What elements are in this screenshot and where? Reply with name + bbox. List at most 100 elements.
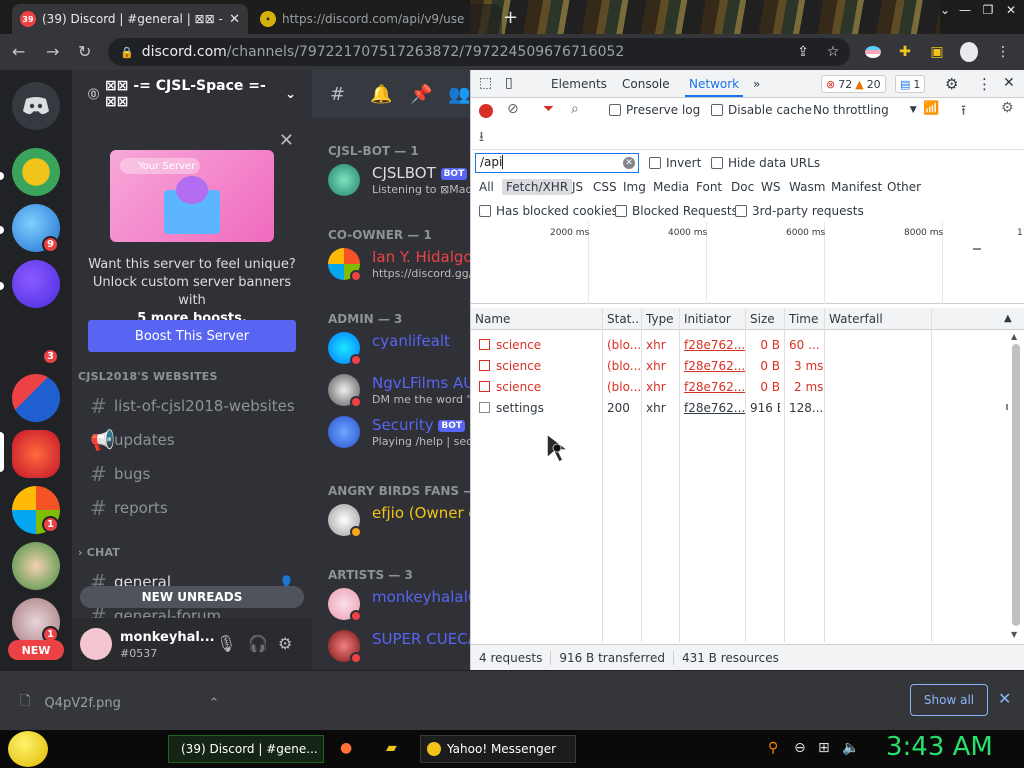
network-icon[interactable]: ⊞: [818, 740, 830, 756]
type-filter-img[interactable]: Img: [623, 180, 646, 194]
folder-icon[interactable]: ▰: [386, 740, 397, 756]
type-filter-fetch-xhr[interactable]: Fetch/XHR: [502, 179, 573, 195]
member-super-cueca[interactable]: SUPER CUECÃ: [328, 626, 472, 668]
table-scrollbar[interactable]: ▲ ▼: [1009, 332, 1023, 642]
gear-icon[interactable]: ⚙: [945, 75, 958, 93]
blocked-requests-checkbox[interactable]: Blocked Requests: [615, 204, 738, 218]
close-icon[interactable]: ✕: [229, 12, 240, 27]
inspect-element-icon[interactable]: ⬚: [479, 75, 492, 91]
checkbox[interactable]: [609, 104, 621, 116]
checkbox[interactable]: [711, 104, 723, 116]
new-tab-button[interactable]: +: [503, 7, 518, 28]
star-icon[interactable]: ☆: [824, 43, 842, 61]
checkbox[interactable]: [649, 157, 661, 169]
search-icon[interactable]: ⚲: [768, 740, 778, 756]
scrollbar-thumb[interactable]: [1012, 344, 1020, 626]
import-har-icon[interactable]: ⭱: [961, 100, 966, 124]
network-overview-timeline[interactable]: 2000 ms 4000 ms 6000 ms 8000 ms 1: [471, 222, 1024, 304]
menu-kebab-icon[interactable]: ⋮: [994, 43, 1012, 61]
clear-filter-icon[interactable]: ✕: [623, 157, 635, 169]
headphones-icon[interactable]: 🎧: [248, 634, 268, 653]
firefox-icon[interactable]: ●: [340, 740, 352, 756]
table-row[interactable]: science (blo... xhr f28e762... 0 B 2 ms: [471, 376, 1009, 397]
export-har-icon[interactable]: ⭳: [479, 126, 484, 150]
tab-elements[interactable]: Elements: [551, 77, 607, 91]
reload-icon[interactable]: ↻: [78, 42, 91, 61]
taskbar-item-chrome[interactable]: (39) Discord | #gene...: [168, 735, 324, 763]
taskbar-item-yahoo-messenger[interactable]: Yahoo! Messenger: [420, 735, 576, 763]
column-status[interactable]: Stat..: [607, 312, 639, 326]
show-all-button[interactable]: Show all: [910, 684, 988, 716]
filter-input[interactable]: /api ✕: [475, 153, 639, 173]
has-blocked-cookies-checkbox[interactable]: Has blocked cookies: [479, 204, 618, 218]
third-party-requests-checkbox[interactable]: 3rd-party requests: [735, 204, 864, 218]
channel-list-of-cjsl2018-websites[interactable]: # list-of-cjsl2018-websites: [80, 390, 304, 422]
minus-circle-icon[interactable]: ⊖: [794, 740, 806, 756]
bell-icon[interactable]: 🔔: [370, 84, 392, 105]
channel-reports[interactable]: # reports: [80, 492, 304, 524]
type-filter-doc[interactable]: Doc: [731, 180, 754, 194]
column-initiator[interactable]: Initiator: [684, 312, 731, 326]
tab-api[interactable]: • https://discord.com/api/v9/use: [252, 4, 502, 34]
messages-counter[interactable]: ▤ 1: [895, 75, 926, 93]
forward-icon[interactable]: →: [46, 42, 59, 61]
cell-initiator[interactable]: f28e762...: [684, 338, 745, 352]
sidebar-icon[interactable]: ▣: [928, 43, 946, 61]
device-toolbar-icon[interactable]: ▯: [505, 75, 513, 91]
member-cyanlifealt[interactable]: cyanlifealt: [328, 328, 472, 370]
volume-icon[interactable]: 🔈: [842, 740, 859, 756]
tab-console[interactable]: Console: [622, 77, 670, 91]
issues-counter[interactable]: ⊗ 72 ▲ 20: [821, 75, 886, 93]
type-filter-other[interactable]: Other: [887, 180, 921, 194]
menu-kebab-icon[interactable]: ⋮: [977, 75, 992, 93]
tab-network[interactable]: Network: [684, 77, 744, 97]
throttling-select[interactable]: No throttling ▼: [813, 103, 917, 117]
close-window-icon[interactable]: ✕: [1001, 0, 1021, 20]
scroll-down-icon[interactable]: ▼: [1011, 630, 1017, 639]
extensions-puzzle-icon[interactable]: ✚: [896, 43, 914, 61]
gear-icon[interactable]: ⚙: [278, 634, 292, 653]
pin-icon[interactable]: 📌: [410, 84, 432, 105]
table-row[interactable]: settings 200 xhr f28e762... 916 B 128...: [471, 397, 1009, 418]
clear-icon[interactable]: ⊘: [507, 101, 519, 117]
boost-server-button[interactable]: Boost This Server: [88, 320, 296, 352]
type-filter-css[interactable]: CSS: [593, 180, 617, 194]
new-mentions-badge[interactable]: NEW: [8, 640, 64, 660]
type-filter-wasm[interactable]: Wasm: [789, 180, 825, 194]
column-name[interactable]: Name: [475, 312, 510, 326]
network-conditions-icon[interactable]: 📶: [923, 101, 939, 116]
discord-home-icon[interactable]: [12, 82, 60, 130]
minimize-icon[interactable]: —: [955, 0, 975, 20]
column-size[interactable]: Size: [750, 312, 775, 326]
close-icon[interactable]: ✕: [279, 130, 294, 151]
gear-icon[interactable]: ⚙: [1001, 100, 1014, 116]
category-websites[interactable]: CJSL2018'S WEBSITES: [78, 370, 218, 383]
member-efjio[interactable]: efjio (Owner o: [328, 500, 472, 542]
checkbox[interactable]: [735, 205, 747, 217]
restore-icon[interactable]: ❐: [978, 0, 998, 20]
member-monkeyhalal64[interactable]: monkeyhalal64: [328, 584, 472, 626]
chevron-down-icon[interactable]: ⌄: [935, 0, 955, 20]
close-icon[interactable]: ✕: [998, 689, 1011, 708]
cell-initiator[interactable]: f28e762...: [684, 380, 745, 394]
type-filter-ws[interactable]: WS: [761, 180, 780, 194]
server-header[interactable]: ⓪ ⊠⊠ -= CJSL-Space =- ⊠⊠ ⌄: [72, 70, 312, 118]
type-filter-manifest[interactable]: Manifest: [831, 180, 882, 194]
guild-icon[interactable]: [12, 542, 60, 590]
search-icon[interactable]: ⌕: [571, 101, 579, 117]
member-cjslbot[interactable]: CJSLBOT BOT Listening to ⊠Made: [328, 160, 472, 202]
checkbox[interactable]: [711, 157, 723, 169]
column-waterfall[interactable]: Waterfall: [829, 312, 883, 326]
member-ngvlfilms[interactable]: NgvLFilms AU DM me the word "C: [328, 370, 472, 412]
flag-extension-icon[interactable]: [864, 43, 882, 61]
address-bar[interactable]: 🔒 discord.com/channels/79722170751726387…: [108, 38, 850, 66]
table-row[interactable]: science (blo... xhr f28e762... 0 B 60 ..…: [471, 334, 1009, 355]
column-time[interactable]: Time: [789, 312, 818, 326]
share-icon[interactable]: ⇪: [794, 43, 812, 61]
type-filter-media[interactable]: Media: [653, 180, 689, 194]
threads-icon[interactable]: #: [330, 84, 345, 105]
category-chat[interactable]: › CHAT: [78, 546, 120, 559]
members-icon[interactable]: 👥: [448, 84, 470, 105]
table-row[interactable]: science (blo... xhr f28e762... 0 B 3 ms: [471, 355, 1009, 376]
cell-initiator[interactable]: f28e762...: [684, 401, 745, 415]
